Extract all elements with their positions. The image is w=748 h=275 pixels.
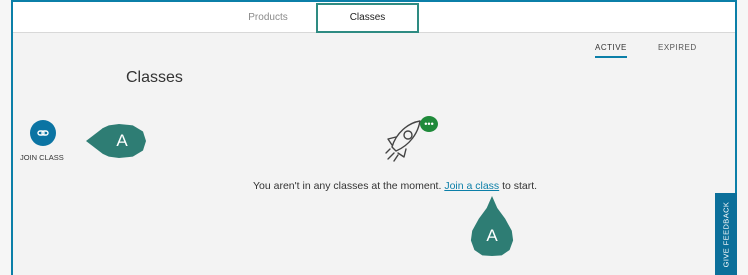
empty-state-text-end: to start. [499,180,538,192]
filter-active-tab[interactable]: ACTIVE [595,43,627,58]
give-feedback-button[interactable]: GIVE FEEDBACK [715,193,737,275]
link-icon [37,130,49,136]
join-class-link[interactable]: Join a class [444,180,499,192]
chat-dots-icon: ••• [420,116,438,132]
tab-classes[interactable]: Classes [316,3,419,33]
join-class-label: JOIN CLASS [20,153,64,162]
filter-expired-tab[interactable]: EXPIRED [658,43,697,52]
join-class-button[interactable] [30,120,56,146]
tab-bar: Products Classes [13,2,735,33]
empty-state-message: You aren't in any classes at the moment.… [253,180,537,192]
empty-state-text: You aren't in any classes at the moment. [253,180,445,192]
page-title: Classes [126,69,183,86]
tab-products[interactable]: Products [233,2,303,33]
